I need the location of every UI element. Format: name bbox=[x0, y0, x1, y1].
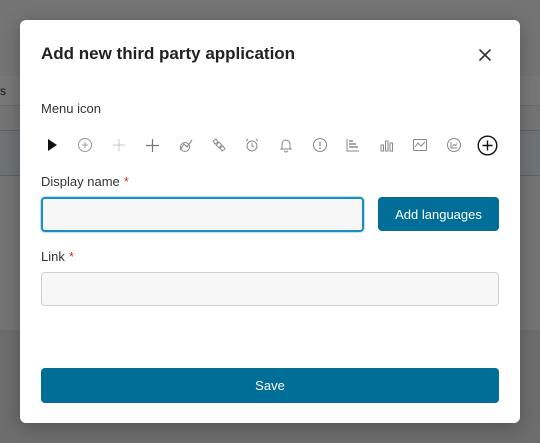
required-marker: * bbox=[123, 174, 129, 189]
icon-option-bell[interactable] bbox=[275, 134, 297, 156]
chart-line-icon bbox=[179, 139, 193, 152]
display-name-label-text: Display name bbox=[41, 174, 120, 189]
dialog-title: Add new third party application bbox=[41, 44, 296, 63]
icon-option-area-chart[interactable] bbox=[409, 134, 431, 156]
icon-option-plus[interactable] bbox=[141, 134, 163, 156]
area-chart-icon bbox=[413, 139, 427, 151]
bar-chart-icon bbox=[380, 140, 393, 152]
save-button[interactable]: Save bbox=[41, 368, 499, 403]
icon-option-add-circle-bold[interactable] bbox=[476, 134, 498, 156]
icon-option-add-circle[interactable] bbox=[74, 134, 96, 156]
link-label-text: Link bbox=[41, 249, 65, 264]
icon-option-alarm[interactable] bbox=[241, 134, 263, 156]
add-circle-bold-icon bbox=[476, 134, 498, 156]
add-languages-button[interactable]: Add languages bbox=[378, 197, 499, 231]
chart-circle-icon bbox=[447, 138, 461, 152]
icon-option-chart-circle[interactable] bbox=[443, 134, 465, 156]
link-input[interactable] bbox=[41, 272, 499, 306]
menu-icon-label: Menu icon bbox=[41, 101, 101, 116]
menu-icon-picker bbox=[41, 134, 501, 156]
icon-option-play[interactable] bbox=[41, 134, 63, 156]
icon-option-bar-horizontal[interactable] bbox=[342, 134, 364, 156]
add-application-dialog: Add new third party application Menu ico… bbox=[20, 20, 520, 423]
icon-option-alert[interactable] bbox=[309, 134, 331, 156]
satellite-icon bbox=[212, 138, 226, 152]
add-circle-icon bbox=[78, 138, 92, 152]
icon-option-plus-light[interactable] bbox=[108, 134, 130, 156]
alert-circle-icon bbox=[313, 138, 327, 152]
close-button[interactable] bbox=[474, 44, 496, 66]
bell-icon bbox=[279, 139, 293, 153]
play-icon bbox=[48, 139, 57, 151]
alarm-icon bbox=[245, 138, 259, 152]
close-icon bbox=[479, 49, 491, 61]
display-name-label: Display name * bbox=[41, 174, 129, 189]
icon-option-satellite[interactable] bbox=[208, 134, 230, 156]
bar-chart-horizontal-icon bbox=[346, 139, 359, 152]
icon-option-bar-chart[interactable] bbox=[376, 134, 398, 156]
required-marker: * bbox=[68, 249, 74, 264]
plus-icon bbox=[145, 138, 159, 152]
icon-option-chart-line[interactable] bbox=[175, 134, 197, 156]
link-label: Link * bbox=[41, 249, 74, 264]
plus-light-icon bbox=[113, 139, 125, 151]
display-name-input[interactable] bbox=[41, 197, 364, 232]
